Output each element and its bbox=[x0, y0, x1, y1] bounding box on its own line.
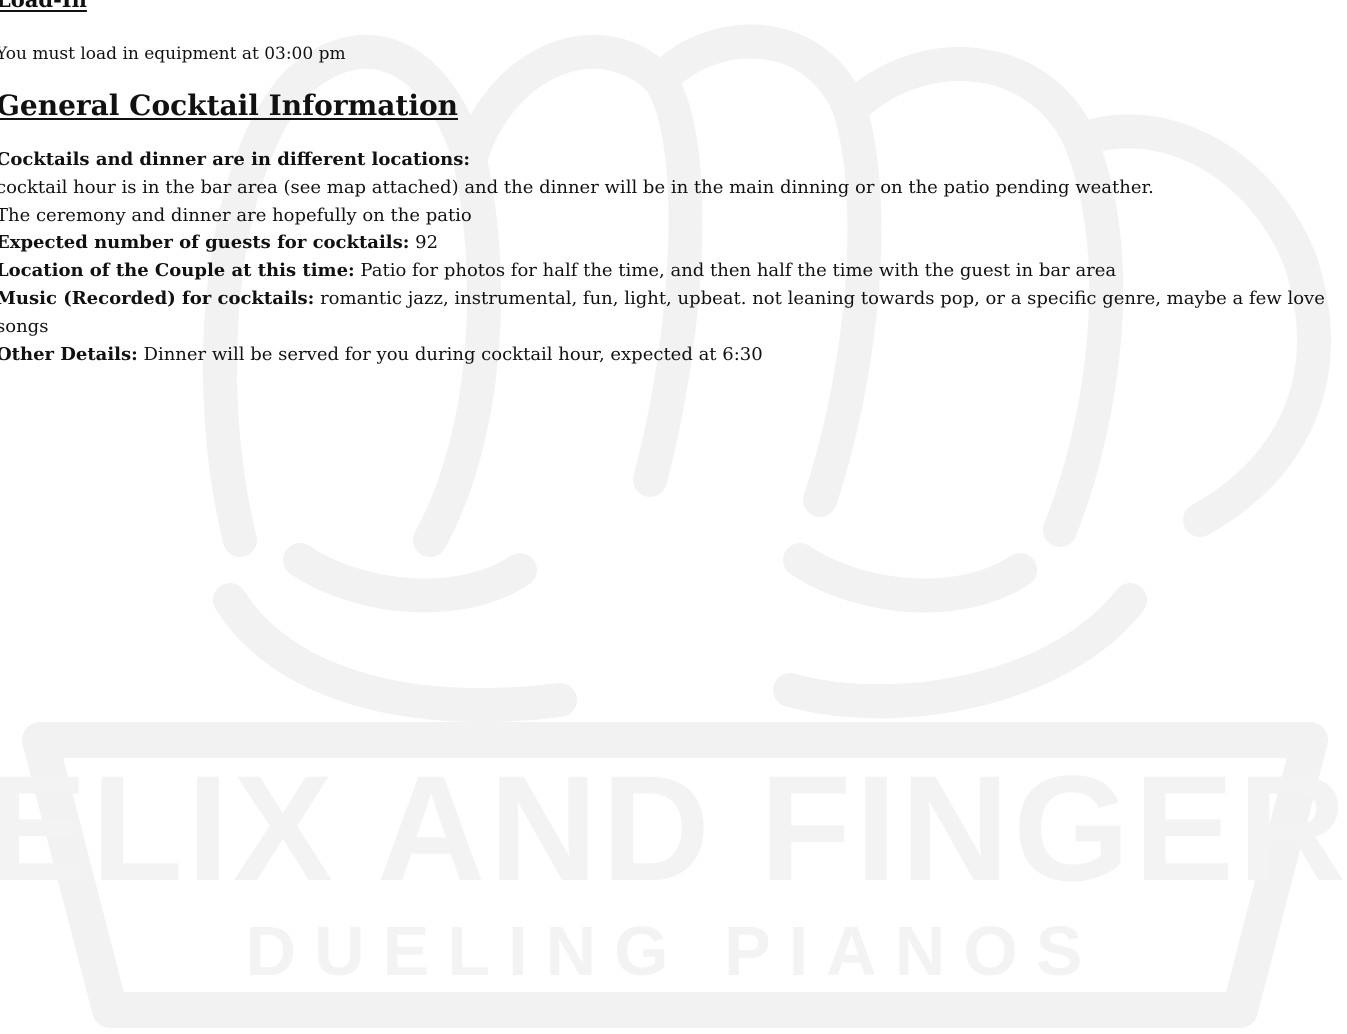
watermark-subtitle: DUELING PIANOS bbox=[246, 912, 1101, 990]
ceremony-text: The ceremony and dinner are hopefully on… bbox=[0, 204, 472, 226]
document-content: Load-In You must load in equipment at 03… bbox=[0, 0, 1346, 368]
other-label: Other Details: bbox=[0, 343, 138, 365]
watermark-title: FELIX AND FINGERS bbox=[0, 744, 1347, 912]
load-in-text: You must load in equipment at 03:00 pm bbox=[0, 44, 346, 64]
other-row: Other Details: Dinner will be served for… bbox=[0, 341, 1346, 369]
couple-row: Location of the Couple at this time: Pat… bbox=[0, 257, 1346, 285]
music-label: Music (Recorded) for cocktails: bbox=[0, 287, 315, 309]
locations-label: Cocktails and dinner are in different lo… bbox=[0, 149, 471, 170]
locations-text: cocktail hour is in the bar area (see ma… bbox=[0, 176, 1154, 198]
couple-label: Location of the Couple at this time: bbox=[0, 260, 355, 282]
guests-label: Expected number of guests for cocktails: bbox=[0, 232, 410, 254]
cocktail-info: Cocktails and dinner are in different lo… bbox=[0, 146, 1346, 368]
load-in-heading: Load-In bbox=[0, 0, 1346, 12]
guests-row: Expected number of guests for cocktails:… bbox=[0, 229, 1346, 257]
guests-value: 92 bbox=[415, 232, 439, 254]
couple-value: Patio for photos for half the time, and … bbox=[360, 260, 1117, 282]
other-value: Dinner will be served for you during coc… bbox=[143, 343, 763, 365]
music-row: Music (Recorded) for cocktails: romantic… bbox=[0, 285, 1346, 341]
cocktail-heading: General Cocktail Information bbox=[0, 89, 458, 122]
